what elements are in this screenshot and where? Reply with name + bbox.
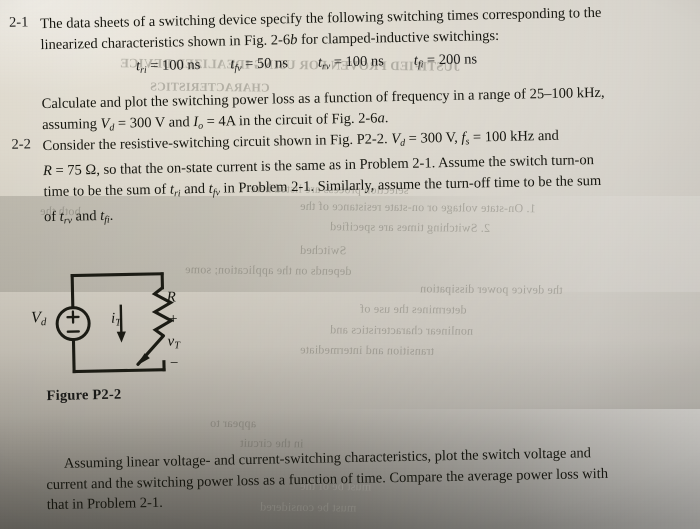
- eq-unit: ns: [274, 55, 289, 72]
- eq-value: 200: [438, 51, 461, 69]
- scanned-textbook-page: JUSTIFIED PROVEN FOR USING IDEALIZED DEV…: [0, 0, 700, 529]
- problem-number-2-2: 2-2: [11, 136, 32, 153]
- circuit-diagram-p2-2: [50, 260, 232, 384]
- eq-subscript: fv: [234, 62, 242, 75]
- eq-unit: ns: [463, 51, 478, 68]
- label-terminal-minus: −: [169, 355, 179, 372]
- equation-t-fi: tfi = 200 ns: [414, 51, 478, 71]
- symbol-R: R: [42, 163, 53, 180]
- label-vd-symbol: V: [30, 309, 41, 327]
- problem-2-2-line1b: = 300 V,: [404, 129, 462, 147]
- wire-bottom: [72, 368, 166, 374]
- switching-times-equations: tri = 100 ns tfv = 50 ns trv = 100 ns tfi =…: [136, 51, 477, 76]
- eq-operator: =: [244, 55, 254, 73]
- label-vd-subscript: d: [40, 316, 47, 329]
- eq-unit: ns: [187, 56, 201, 74]
- equation-t-fv: tfv = 50 ns: [230, 55, 289, 75]
- eq-value: 100: [345, 53, 368, 71]
- problem-2-1-line4c: = 4A in the circuit of Fig. 2-6: [202, 109, 378, 130]
- problem-2-2-line4a: of: [43, 208, 60, 226]
- symbol-t-rv-sub: rv: [63, 215, 73, 227]
- current-arrow-head: [116, 331, 126, 343]
- problem-2-2-line3a: time to be the sum of: [43, 181, 171, 200]
- problem-2-2-line1a: Consider the resistive-switching circuit…: [42, 131, 392, 155]
- problem-2-1-line4d: .: [384, 109, 389, 126]
- wire-left-upper: [70, 273, 75, 310]
- problem-2-1-line1: The data sheets of a switching device sp…: [39, 4, 602, 33]
- eq-value: 50: [256, 55, 272, 72]
- label-source-voltage: Vd: [31, 309, 47, 328]
- equation-t-rv: trv = 100 ns: [318, 53, 384, 73]
- problem-2-1-line2b: for clamped-inductive switchings:: [297, 27, 500, 48]
- eq-subscript: fi: [417, 59, 424, 71]
- problem-2-1-line4b: = 300 V and: [114, 113, 194, 132]
- eq-value: 100: [161, 57, 184, 74]
- problem-2-2-body: Consider the resistive-switching circuit…: [42, 123, 700, 232]
- equation-t-ri: tri = 100 ns: [136, 56, 201, 76]
- symbol-vd-2: V: [391, 130, 401, 148]
- eq-unit: ns: [370, 53, 384, 70]
- eq-operator: =: [333, 54, 343, 71]
- label-resistor: R: [166, 289, 176, 306]
- source-plus-icon: [66, 310, 80, 324]
- figure-caption: Figure P2-2: [46, 386, 122, 405]
- eq-operator: =: [426, 52, 436, 69]
- problem-2-1-line2a: linearized characteristics shown in Fig.…: [40, 31, 291, 53]
- eq-operator: =: [150, 57, 159, 74]
- problem-2-2-line3c: in Problem 2-1. Similarly, assume the tu…: [219, 172, 602, 197]
- wire-top: [70, 272, 164, 278]
- label-vt-subscript: T: [174, 340, 181, 352]
- eq-subscript: ri: [139, 64, 147, 76]
- problem-2-2-line4b: and: [71, 208, 101, 225]
- wire-left-lower: [71, 337, 76, 374]
- eq-subscript: rv: [321, 61, 331, 73]
- problem-2-1-intro: The data sheets of a switching device sp…: [40, 1, 691, 55]
- problem-2-1-line4a: assuming: [41, 115, 101, 133]
- label-switch-voltage: vT: [167, 333, 181, 352]
- label-terminal-plus: +: [168, 311, 178, 328]
- closing-paragraph: Assuming linear voltage- and current-swi…: [46, 441, 700, 516]
- problem-number-2-1: 2-1: [8, 14, 29, 31]
- label-switch-current: iT: [111, 311, 121, 329]
- problem-2-2-line3b: and: [180, 180, 209, 198]
- closing-line3: that in Problem 2-1.: [46, 494, 163, 514]
- problem-2-1-line3: Calculate and plot the switching power l…: [41, 84, 605, 113]
- page-content: 2-1 The data sheets of a switching devic…: [0, 0, 700, 529]
- label-it-subscript: T: [115, 317, 122, 329]
- circuit-svg: [55, 272, 175, 374]
- problem-2-2-line1c: = 100 kHz and: [469, 127, 560, 146]
- problem-2-2-line4c: .: [109, 207, 114, 224]
